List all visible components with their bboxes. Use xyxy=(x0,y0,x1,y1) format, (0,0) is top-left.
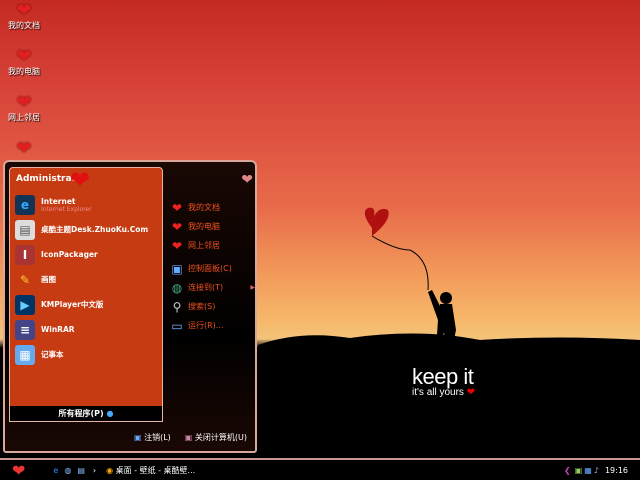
quicklaunch-more-button[interactable]: › xyxy=(93,466,96,475)
icon-label: 我的文档 xyxy=(8,21,40,30)
subtitle-text: it's all yours xyxy=(412,387,464,398)
start-button[interactable]: ❤ xyxy=(12,461,25,480)
clock[interactable]: 19:16 xyxy=(605,466,628,475)
heart-icon: ❤ xyxy=(16,0,32,21)
chrome-icon: ◉ xyxy=(106,465,114,475)
menu-item-control-panel[interactable]: ▣ 控制面板(C) xyxy=(169,259,255,278)
network-tray-icon[interactable]: ▦ xyxy=(584,466,592,475)
desktop-icon-recycle[interactable]: ❤ xyxy=(2,140,46,158)
item-label: KMPlayer中文版 xyxy=(41,300,104,309)
system-places-panel: ❤ 我的文档 ❤ 我的电脑 ❤ 网上邻居 ▣ 控制面板(C) ◍ 连接到(T) ▶ ⚲ 搜索(… xyxy=(169,198,255,335)
control-panel-icon: ▣ xyxy=(171,261,183,276)
menu-item-internet[interactable]: e Internet Internet Explorer xyxy=(10,192,162,217)
taskbar-button-window[interactable]: ◉ 桌面 - 壁纸 - 桌酷壁... xyxy=(106,465,195,476)
heart-icon: ❤ xyxy=(171,200,183,215)
paint-icon: ✎ xyxy=(19,272,31,287)
winrar-icon: ≡ xyxy=(15,319,35,340)
item-label: 我的电脑 xyxy=(188,222,220,231)
notepad-icon: ▦ xyxy=(15,344,35,365)
menu-item-search[interactable]: ⚲ 搜索(S) xyxy=(169,297,255,316)
item-label: 连接到(T) xyxy=(188,283,224,292)
menu-item-paint[interactable]: ✎ 画图 xyxy=(10,267,162,292)
item-label: 网上邻居 xyxy=(188,241,220,250)
logoff-label: 注销(L) xyxy=(144,433,171,442)
search-icon: ⚲ xyxy=(172,299,182,314)
desktop-icon-my-computer[interactable]: ❤ 我的电脑 xyxy=(2,48,46,77)
desktop-icon-network[interactable]: ❤ 网上邻居 xyxy=(2,94,46,123)
heart-icon: ❤ xyxy=(171,219,183,234)
heart-icon: ❤ xyxy=(241,172,253,188)
menu-item-notepad[interactable]: ▦ 记事本 xyxy=(10,342,162,367)
task-label: 桌面 - 壁纸 - 桌酷壁... xyxy=(115,465,196,475)
user-header: Administrator ❤ xyxy=(10,166,162,194)
globe-icon: ◍ xyxy=(171,280,183,295)
pinned-programs-panel: Administrator ❤ e Internet Internet Explore… xyxy=(9,166,163,422)
start-menu: Administrator ❤ e Internet Internet Explore… xyxy=(3,160,257,453)
run-icon: ▭ xyxy=(171,318,183,333)
shutdown-label: 关闭计算机(U) xyxy=(194,433,247,442)
menu-item-network[interactable]: ❤ 网上邻居 xyxy=(169,236,255,255)
iconpackager-icon: I xyxy=(15,244,35,265)
arrow-icon: ● xyxy=(106,409,114,418)
item-label: 桌酷主题Desk.ZhuoKu.Com xyxy=(41,225,149,234)
desktop-icon-my-documents[interactable]: ❤ 我的文档 xyxy=(2,2,46,31)
volume-tray-icon[interactable]: ♪ xyxy=(594,466,599,475)
icon-label: 我的电脑 xyxy=(8,67,40,76)
ie-icon: e xyxy=(15,194,35,215)
item-label: 画图 xyxy=(41,275,56,284)
menu-item-winrar[interactable]: ≡ WinRAR xyxy=(10,317,162,342)
heart-icon: ❤ xyxy=(16,92,32,113)
tray-app-icon[interactable]: ▣ xyxy=(575,466,583,475)
item-label: 搜索(S) xyxy=(188,302,216,311)
ie-quicklaunch-icon[interactable]: e xyxy=(53,466,58,475)
item-label: IconPackager xyxy=(41,250,98,259)
item-sublabel: Internet Explorer xyxy=(41,205,92,213)
menu-item-zhuoku[interactable]: ▤ 桌酷主题Desk.ZhuoKu.Com xyxy=(10,217,162,242)
item-label: WinRAR xyxy=(41,325,75,334)
logoff-icon: ▣ xyxy=(133,433,142,442)
taskbar: ❤ e ◍ ▤ › ◉ 桌面 - 壁纸 - 桌酷壁... ❮ ▣ ▦ ♪ 19:… xyxy=(0,458,640,480)
menu-item-kmplayer[interactable]: ▶ KMPlayer中文版 xyxy=(10,292,162,317)
all-programs-label: 所有程序(P) xyxy=(58,409,104,418)
item-label: 记事本 xyxy=(41,350,64,359)
menu-item-run[interactable]: ▭ 运行(R)... xyxy=(169,316,255,335)
heart-icon: ❤ xyxy=(70,166,91,194)
item-label: 我的文档 xyxy=(188,203,220,212)
item-label: 控制面板(C) xyxy=(188,264,232,273)
all-programs-button[interactable]: 所有程序(P) ● xyxy=(10,406,162,421)
chevron-right-icon: ▶ xyxy=(250,284,255,291)
heart-balloon xyxy=(364,207,389,236)
browser-quicklaunch-icon[interactable]: ◍ xyxy=(64,466,71,475)
heart-icon: ❤ xyxy=(171,238,183,253)
shutdown-icon: ▣ xyxy=(184,433,193,442)
tray-expand-icon[interactable]: ❮ xyxy=(564,466,571,475)
menu-item-my-computer[interactable]: ❤ 我的电脑 xyxy=(169,217,255,236)
icon-label: 网上邻居 xyxy=(8,113,40,122)
item-label: 运行(R)... xyxy=(188,321,224,330)
menu-footer: ▣ 注销(L) ▣ 关闭计算机(U) xyxy=(134,432,247,443)
heart-icon: ❤ xyxy=(466,387,476,398)
shutdown-button[interactable]: ▣ 关闭计算机(U) xyxy=(185,432,247,443)
menu-item-iconpackager[interactable]: I IconPackager xyxy=(10,242,162,267)
menu-item-my-documents[interactable]: ❤ 我的文档 xyxy=(169,198,255,217)
menu-item-connect-to[interactable]: ◍ 连接到(T) ▶ xyxy=(169,278,255,297)
logoff-button[interactable]: ▣ 注销(L) xyxy=(134,432,171,443)
wallpaper-subtitle: it's all yours ❤ xyxy=(412,387,475,398)
desktop-quicklaunch-icon[interactable]: ▤ xyxy=(77,466,85,475)
kmplayer-icon: ▶ xyxy=(15,294,35,315)
item-label: Internet xyxy=(41,196,76,206)
heart-icon: ❤ xyxy=(16,138,32,159)
theme-icon: ▤ xyxy=(15,219,35,240)
heart-icon: ❤ xyxy=(16,46,32,67)
